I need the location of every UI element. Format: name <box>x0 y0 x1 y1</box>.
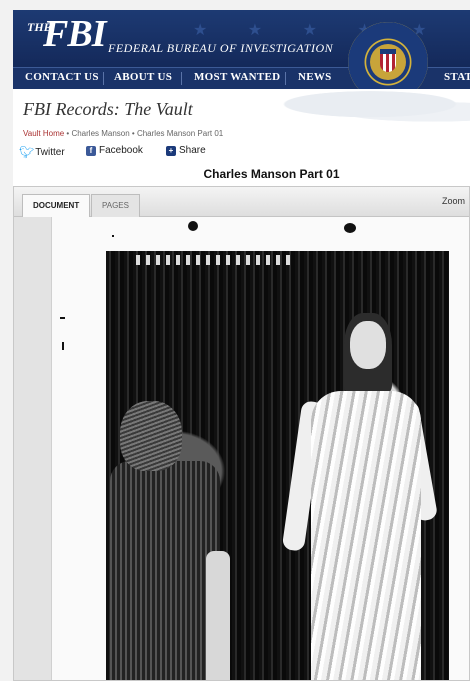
share-button[interactable]: + Share <box>166 145 206 156</box>
vault-title-band: FBI Records: The Vault <box>13 89 470 127</box>
tab-pages[interactable]: PAGES <box>91 194 140 218</box>
film-perforations <box>136 255 296 265</box>
scan-mark <box>344 223 356 233</box>
seal-shield <box>380 52 396 72</box>
seal-shield-top <box>380 49 396 54</box>
viewer-tab-bar: DOCUMENT PAGES Zoom <box>14 187 469 218</box>
breadcrumb-current: Charles Manson Part 01 <box>136 129 224 138</box>
viewer-left-gutter <box>14 217 52 680</box>
tab-document[interactable]: DOCUMENT <box>22 194 91 218</box>
document-title: Charles Manson Part 01 <box>203 167 340 181</box>
photo-figure-head <box>350 321 386 369</box>
document-viewer: DOCUMENT PAGES Zoom <box>13 186 470 681</box>
nav-divider <box>103 72 104 85</box>
scan-mark <box>188 221 198 231</box>
photo-figure-body <box>110 461 220 680</box>
nav-most-wanted[interactable]: MOST WANTED <box>194 71 280 83</box>
nav-about-us[interactable]: ABOUT US <box>114 71 172 83</box>
content-area: Vault Home • Charles Manson • Charles Ma… <box>13 127 470 681</box>
facebook-share-button[interactable]: f Facebook <box>86 145 143 156</box>
document-page-scan[interactable] <box>52 217 469 680</box>
twitter-share-button[interactable]: 🐦︎ Twitter <box>19 145 65 159</box>
site-title[interactable]: FBI Records: The Vault <box>23 99 193 120</box>
nav-stats[interactable]: STAT <box>444 71 470 83</box>
breadcrumb: Vault Home • Charles Manson • Charles Ma… <box>23 129 223 138</box>
nav-contact-us[interactable]: CONTACT US <box>25 71 99 83</box>
scan-mark <box>62 342 64 350</box>
twitter-bird-icon: 🐦︎ <box>19 145 35 159</box>
photo-figure-arm <box>206 551 230 680</box>
nav-divider <box>181 72 182 85</box>
zoom-control[interactable]: Zoom <box>442 196 465 206</box>
scan-mark <box>60 317 65 319</box>
nav-news[interactable]: NEWS <box>298 71 332 83</box>
breadcrumb-charles-manson[interactable]: Charles Manson <box>71 129 129 138</box>
photo-figure-dress <box>311 391 421 680</box>
photo-figure-head <box>120 401 182 471</box>
world-map-background <box>220 89 470 127</box>
scan-mark <box>112 235 114 237</box>
page: ★ ★ ★ ★ ★ THE FBI FEDERAL BUREAU OF INVE… <box>0 0 470 681</box>
scanned-photograph <box>106 251 449 680</box>
plus-share-icon: + <box>166 145 176 156</box>
breadcrumb-separator: • <box>129 129 137 138</box>
share-label: Share <box>179 145 206 156</box>
breadcrumb-home[interactable]: Vault Home <box>23 129 64 138</box>
nav-divider <box>285 72 286 85</box>
facebook-label: Facebook <box>99 145 143 156</box>
fbi-logo[interactable]: THE FBI <box>27 13 117 56</box>
twitter-label: Twitter <box>35 146 65 158</box>
facebook-f-icon: f <box>86 145 96 156</box>
logo-fbi: FBI <box>43 13 106 55</box>
agency-name: FEDERAL BUREAU OF INVESTIGATION <box>108 41 334 55</box>
